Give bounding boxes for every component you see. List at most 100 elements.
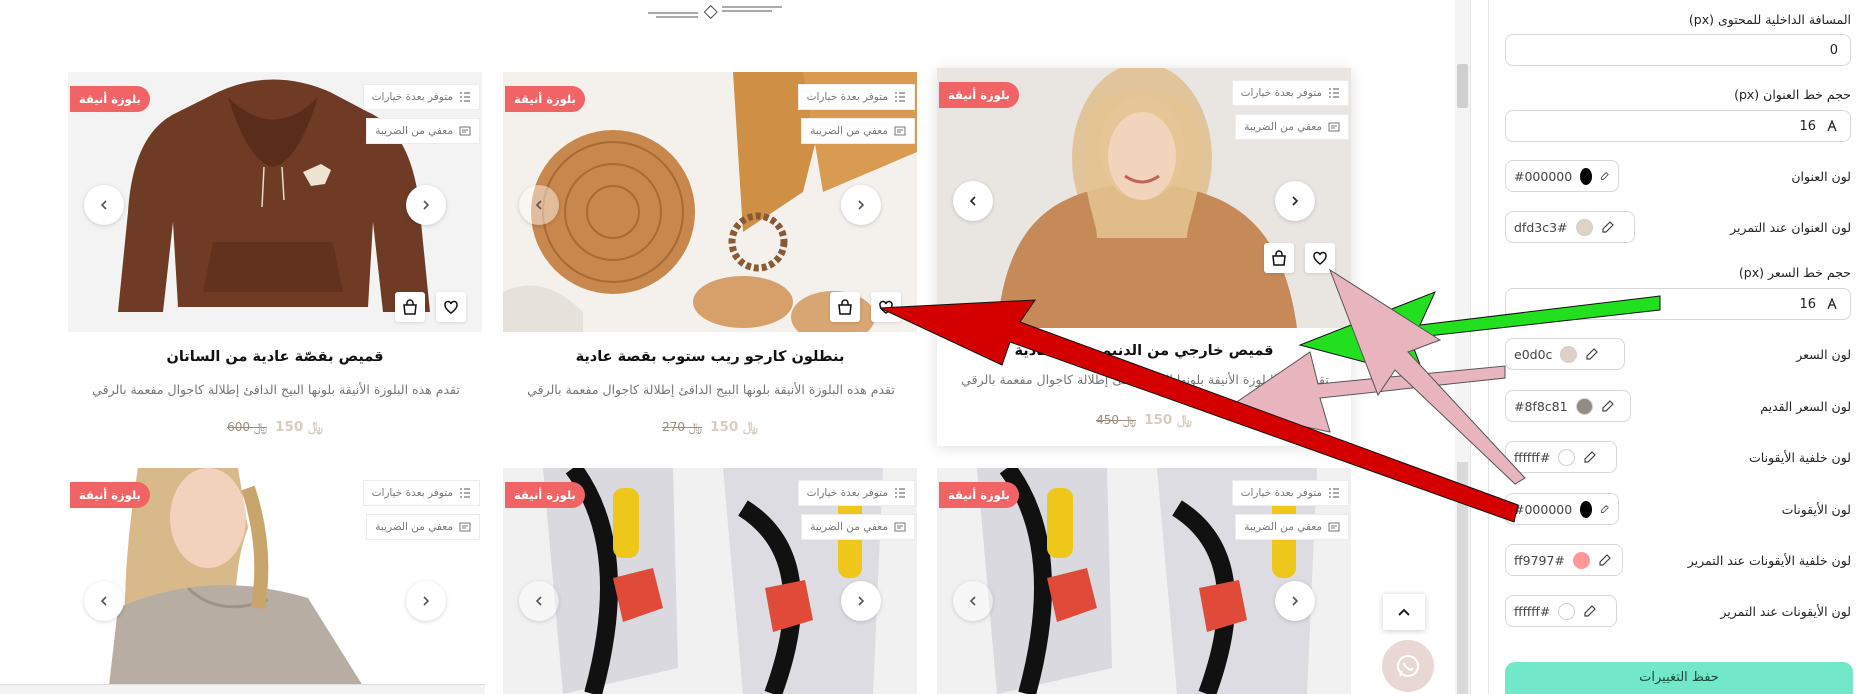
wishlist-button[interactable]: [436, 292, 466, 322]
tax-icon: [1328, 122, 1340, 132]
chip-label: معفي من الضريبة: [1244, 121, 1322, 133]
chevron-right-icon: [858, 200, 865, 210]
tax-icon: [894, 126, 906, 136]
next-image-button[interactable]: [1275, 581, 1315, 621]
scrollbar-thumb[interactable]: [1457, 64, 1468, 108]
heart-icon: [1313, 251, 1327, 265]
list-icon: [460, 488, 470, 498]
chevron-left-icon: [100, 596, 107, 606]
product-image[interactable]: بلوزة أنيقة متوفر بعدة خيارات معفي من ال…: [503, 72, 917, 332]
product-card[interactable]: بلوزة أنيقة متوفر بعدة خيارات معفي من ال…: [68, 468, 482, 694]
currency-symbol: ﷼: [1176, 412, 1192, 428]
product-description: تقدم هذه البلوزة الأنيقة بلونها البيج ال…: [961, 372, 1329, 387]
product-price: ﷼ 150﷼ 270: [503, 419, 917, 435]
next-image-button[interactable]: [841, 185, 881, 225]
list-icon: [895, 92, 905, 102]
price-color-label: لون السعر: [1796, 347, 1851, 362]
tax-chip: معفي من الضريبة: [1235, 514, 1349, 540]
next-image-button[interactable]: [1275, 181, 1315, 221]
product-image[interactable]: بلوزة أنيقة متوفر بعدة خيارات معفي من ال…: [937, 68, 1351, 328]
title-color-picker[interactable]: #000000: [1505, 160, 1619, 192]
prev-image-button[interactable]: [519, 185, 559, 225]
next-image-button[interactable]: [406, 185, 446, 225]
icons-color-picker[interactable]: #000000: [1505, 493, 1619, 525]
prev-image-button[interactable]: [953, 581, 993, 621]
price-value: 150: [710, 419, 739, 435]
content-padding-input[interactable]: 0: [1505, 34, 1851, 66]
product-card[interactable]: بلوزة أنيقة متوفر بعدة خيارات معفي من ال…: [503, 72, 917, 472]
bag-icon: [838, 299, 852, 315]
prev-image-button[interactable]: [953, 181, 993, 221]
eyedropper-icon[interactable]: [1601, 399, 1615, 413]
price-color-picker[interactable]: e0d0c: [1505, 338, 1625, 370]
save-changes-button[interactable]: حفظ التغييرات: [1505, 662, 1853, 694]
eyedropper-icon[interactable]: [1583, 604, 1597, 618]
eyedropper-icon[interactable]: [1598, 553, 1612, 567]
product-image[interactable]: بلوزة أنيقة متوفر بعدة خيارات معفي من ال…: [503, 468, 917, 694]
icons-hover-color-picker[interactable]: ffffff#: [1505, 595, 1617, 627]
chip-label: متوفر بعدة خيارات: [1240, 487, 1322, 499]
add-to-cart-button[interactable]: [1264, 243, 1294, 273]
product-title[interactable]: قميص بقصّة عادية من الساتان: [68, 349, 482, 365]
eyedropper-icon[interactable]: [1600, 502, 1610, 516]
prev-image-button[interactable]: [84, 185, 124, 225]
bag-icon: [403, 299, 417, 315]
product-price: ﷼ 150 ﷼ 450: [937, 412, 1351, 428]
wishlist-button[interactable]: [1305, 243, 1335, 273]
chip-label: معفي من الضريبة: [810, 125, 888, 137]
product-title[interactable]: قميص خارجي من الدنيم بقصة عادية: [937, 343, 1351, 359]
product-card[interactable]: بلوزة أنيقة متوفر بعدة خيارات معفي من ال…: [937, 68, 1351, 446]
price-font-size-label: حجم خط السعر (px): [1738, 265, 1851, 280]
heart-icon: [444, 300, 458, 314]
whatsapp-icon: [1397, 655, 1419, 677]
old-price-color-picker[interactable]: #8f8c81: [1505, 390, 1631, 422]
eyedropper-icon[interactable]: [1583, 450, 1597, 464]
old-price-value: 270: [662, 420, 685, 434]
icons-bg-hover-color-picker[interactable]: ff9797#: [1505, 544, 1623, 576]
tax-chip: معفي من الضريبة: [366, 514, 480, 540]
price-font-size-input[interactable]: 16: [1505, 288, 1851, 320]
variants-chip: متوفر بعدة خيارات: [797, 480, 915, 506]
current-price: ﷼ 150: [1144, 412, 1192, 428]
product-card[interactable]: بلوزة أنيقة متوفر بعدة خيارات معفي من ال…: [68, 72, 482, 472]
next-image-button[interactable]: [406, 581, 446, 621]
input-value: 16: [1799, 118, 1816, 134]
chip-label: معفي من الضريبة: [375, 125, 453, 137]
product-badge: بلوزة أنيقة: [505, 482, 585, 508]
product-title[interactable]: بنطلون كارجو ريب ستوب بقصة عادية: [503, 349, 917, 365]
product-card[interactable]: بلوزة أنيقة متوفر بعدة خيارات معفي من ال…: [503, 468, 917, 694]
chevron-left-icon: [535, 200, 542, 210]
color-swatch: [1580, 167, 1593, 185]
horizontal-scrollbar[interactable]: [0, 684, 485, 694]
prev-image-button[interactable]: [84, 581, 124, 621]
product-image[interactable]: بلوزة أنيقة متوفر بعدة خيارات معفي من ال…: [68, 468, 482, 694]
scroll-to-top-button[interactable]: [1383, 594, 1425, 630]
add-to-cart-button[interactable]: [395, 292, 425, 322]
product-card[interactable]: بلوزة أنيقة متوفر بعدة خيارات معفي من ال…: [937, 468, 1351, 694]
eyedropper-icon[interactable]: [1601, 220, 1615, 234]
tax-chip: معفي من الضريبة: [366, 118, 480, 144]
chip-label: متوفر بعدة خيارات: [371, 91, 453, 103]
product-image[interactable]: بلوزة أنيقة متوفر بعدة خيارات معفي من ال…: [937, 468, 1351, 694]
prev-image-button[interactable]: [519, 581, 559, 621]
title-font-size-input[interactable]: 16: [1505, 110, 1851, 142]
whatsapp-button[interactable]: [1382, 640, 1434, 692]
next-image-button[interactable]: [841, 581, 881, 621]
chevron-right-icon: [858, 596, 865, 606]
eyedropper-icon[interactable]: [1585, 347, 1599, 361]
vertical-scrollbar[interactable]: [1455, 0, 1470, 694]
currency-symbol: ﷼: [742, 419, 758, 435]
eyedropper-icon[interactable]: [1600, 169, 1610, 183]
add-to-cart-button[interactable]: [830, 292, 860, 322]
product-image[interactable]: بلوزة أنيقة متوفر بعدة خيارات معفي من ال…: [68, 72, 482, 332]
content-padding-label: المسافة الداخلية للمحتوى (px): [1688, 12, 1851, 27]
title-color-label: لون العنوان: [1791, 169, 1851, 184]
tax-icon: [459, 522, 471, 532]
product-price: ﷼ 150﷼ 600: [68, 419, 482, 435]
wishlist-button[interactable]: [871, 292, 901, 322]
title-hover-color-picker[interactable]: dfd3c3#: [1505, 211, 1635, 243]
icons-bg-color-picker[interactable]: ffffff#: [1505, 441, 1617, 473]
old-price: ﷼ 450: [1096, 413, 1136, 427]
currency-symbol: ﷼: [1122, 413, 1137, 427]
icons-hover-color-label: لون الأيقونات عند التمرير: [1720, 604, 1851, 619]
